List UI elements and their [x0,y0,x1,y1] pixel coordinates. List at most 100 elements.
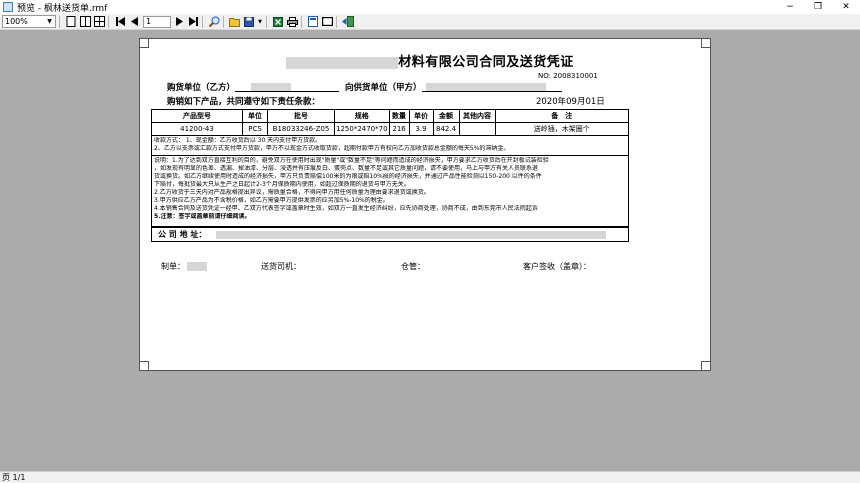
note-line: 说明：1.为了达到双方直接互利的目的，避免双方在使用时出现"质量"或"数量不足"… [154,157,549,164]
table-cell: 送岭插，木架圈个 [494,122,630,136]
first-page-icon [115,17,125,26]
folder-open-icon [229,17,240,27]
seller-field [421,82,562,92]
margin-mark [701,39,710,48]
document-date: 2020年09月01日 [536,97,605,107]
print-button[interactable] [286,16,298,28]
table-cell: 842.4 [432,122,460,136]
note-line: 2.乙方收货于三天内对产品规格提出异议，需质量合格，不得向甲方用任何质量为理由要… [154,189,430,196]
margin-mark [701,361,710,370]
buyer-row: 购货单位（乙方） 向供货单位（甲方） [167,81,562,93]
toolbar: 100% ▼ 1 ▼ [0,14,860,30]
open-button[interactable] [229,16,241,28]
exit-door-icon [342,16,354,27]
next-page-button[interactable] [173,16,185,28]
document-title-text: 材料有限公司合同及送货凭证 [398,55,574,70]
multi-page-button[interactable] [93,16,105,28]
redacted-seller [425,82,546,91]
address-label: 公 司 地 址： [158,230,207,239]
two-page-button[interactable] [79,16,91,28]
table-cell: B18033246-Z05 [267,122,335,136]
exit-button[interactable] [342,16,354,28]
document-title: 材料有限公司合同及送货凭证 [230,51,630,70]
app-icon [3,2,13,12]
preview-canvas: 材料有限公司合同及送货凭证 NO: 2008310001 购货单位（乙方） 向供… [0,31,860,471]
note-line: 货或换货。如乙方继续使用时造成的经济损失，甲方只负责赔偿100米的为限或赔10%… [154,173,542,180]
column-header: 批号 [267,109,335,123]
close-button[interactable]: ✕ [832,0,860,14]
seller-label: 向供货单位（甲方） [345,83,422,93]
column-header: 数量 [388,109,410,123]
zoom-select[interactable]: 100% ▼ [2,15,56,28]
column-header: 规格 [334,109,390,123]
customer-sign: 客户签收（盖章）： [523,262,591,271]
page-status: 页 1/1 [2,473,26,482]
toolbar-separator [108,15,109,28]
fullscreen-button[interactable] [321,16,333,28]
magnifier-icon [208,16,219,27]
toolbar-separator [223,15,224,28]
toolbar-separator [266,15,267,28]
prev-page-icon [130,17,138,26]
title-bar: 预览 - 枫林送货单.rmf − ❐ ✕ [0,0,860,14]
buyer-field [235,82,340,92]
settlement-line: 收款方式： 1、现金额：乙方收货后以 30 天内支付甲方货款。 [154,137,322,144]
table-cell: 41200-43 [151,122,243,136]
single-page-icon [66,16,76,27]
column-header: 单价 [408,109,434,123]
toolbar-separator [59,15,60,28]
note-line: 下赔付，每批货最大只从生产之日起计2-3个月保质期内使用，如超过保质期的退货与甲… [154,181,410,188]
column-header: 其他内容 [458,109,496,123]
page-setup-icon [308,16,318,27]
find-button[interactable] [208,16,220,28]
prev-page-button[interactable] [128,16,140,28]
redacted-maker [187,262,207,271]
table-row: 41200-43 PCS B18033246-Z05 1250*2470*70 … [151,122,630,136]
window-controls: − ❐ ✕ [776,0,860,14]
first-page-button[interactable] [114,16,126,28]
margin-mark [140,39,149,48]
save-dropdown-button[interactable]: ▼ [257,16,263,28]
terms-notes: 说明：1.为了达到双方直接互利的目的，避免双方在使用时出现"质量"或"数量不足"… [151,156,629,227]
fullscreen-icon [321,17,333,26]
note-line: ，如发现有明显的色差、透漏、掉油漆、分层、浸透并有压痕反白、蛋壳点、数量不足或其… [154,165,539,172]
document-number: NO: 2008310001 [538,72,598,80]
settlement-line: 2、乙方以支票或汇款方式支付甲方货款，甲方不以现金方式收取货款，超期付款甲方有权… [154,145,510,152]
table-header-row: 产品型号 单位 批号 规格 数量 单价 金额 其他内容 备 注 [151,109,630,123]
page-setup-button[interactable] [307,16,319,28]
product-table: 产品型号 单位 批号 规格 数量 单价 金额 其他内容 备 注 41200-43… [151,109,630,136]
terms-intro-row: 购销如下产品，共同遵守如下责任条款： [167,95,320,107]
warehouse-sign: 仓管： [401,262,425,271]
minimize-button[interactable]: − [776,0,804,14]
window-title: 预览 - 枫林送货单.rmf [17,3,108,14]
multi-page-icon [93,16,105,27]
note-line: 5.注意：签字或盖章前请仔细阅读。 [154,213,251,220]
maximize-button[interactable]: ❐ [804,0,832,14]
last-page-button[interactable] [187,16,199,28]
export-excel-button[interactable] [272,16,284,28]
terms-intro: 购销如下产品，共同遵守如下责任条款： [167,97,321,107]
next-page-icon [175,17,183,26]
column-header: 金额 [432,109,460,123]
printer-icon [286,16,298,27]
table-cell: 1250*2470*70 [334,122,390,136]
column-header: 产品型号 [151,109,243,123]
report-page: 材料有限公司合同及送货凭证 NO: 2008310001 购货单位（乙方） 向供… [139,38,711,371]
chevron-down-icon: ▼ [47,18,52,25]
margin-mark [140,361,149,370]
page-number-input[interactable]: 1 [143,15,171,28]
maker-label: 制单： [161,262,185,271]
maker-sign: 制单： [161,261,207,272]
buyer-label: 购货单位（乙方） [167,83,236,93]
toolbar-separator [202,15,203,28]
toolbar-separator [301,15,302,28]
column-header: 备 注 [494,109,630,123]
table-cell [458,122,496,136]
note-line: 4.本销售合同及送货凭证一经甲、乙双方代表签字或盖章时生效，如双方一直发生经济纠… [154,205,538,212]
chevron-down-icon: ▼ [258,18,262,25]
toolbar-separator [336,15,337,28]
driver-sign: 送货司机： [261,262,301,271]
single-page-button[interactable] [65,16,77,28]
floppy-disk-icon [244,16,254,27]
save-button[interactable] [243,16,255,28]
